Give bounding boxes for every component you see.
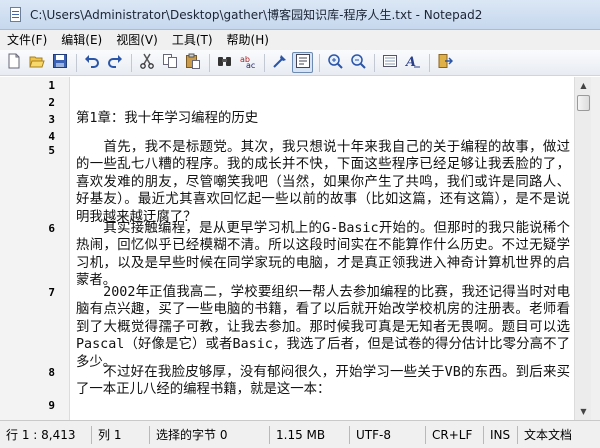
new-icon	[6, 53, 22, 72]
zoom-out-button[interactable]	[347, 52, 368, 73]
menu-edit[interactable]: 编辑(E)	[54, 30, 109, 50]
save-button[interactable]	[49, 52, 70, 73]
paste-button[interactable]	[182, 52, 203, 73]
status-bar: 行 1 : 8,413 列 1 选择的字节 0 1.15 MB UTF-8 CR…	[0, 420, 600, 448]
paste-icon	[185, 53, 201, 72]
text-line-paragraph: 其实接触编程，是从更早学习机上的G-Basic开始的。但那时的我只能说稀个热闹，…	[76, 221, 570, 289]
editor[interactable]: 1 2 3 4 5 6 7 8 9 第1章：我十年学习编程的历史 首先，我不是标…	[0, 77, 600, 420]
font-button[interactable]: A	[402, 52, 423, 73]
scrollbar-thumb[interactable]	[577, 95, 590, 111]
status-selection: 选择的字节 0	[150, 425, 270, 444]
cut-icon	[139, 53, 155, 72]
status-file-size: 1.15 MB	[270, 425, 350, 444]
window-edge	[591, 77, 600, 420]
menu-help[interactable]: 帮助(H)	[220, 30, 276, 50]
cut-button[interactable]	[136, 52, 157, 73]
status-line-position: 行 1 : 8,413	[0, 425, 92, 444]
zoom-out-icon	[350, 53, 366, 72]
replace-button[interactable]: ab ac	[237, 52, 258, 73]
status-eol[interactable]: CR+LF	[426, 425, 484, 444]
svg-text:ac: ac	[246, 61, 255, 69]
exit-icon	[437, 53, 453, 72]
find-icon	[217, 53, 233, 72]
toolbar-separator	[209, 53, 210, 72]
goto-button[interactable]	[269, 52, 290, 73]
toolbar: ab ac A	[0, 50, 600, 76]
toolbar-separator	[429, 53, 430, 72]
status-column: 列 1	[92, 425, 150, 444]
toolbar-separator	[264, 53, 265, 72]
menu-bar: 文件(F) 编辑(E) 视图(V) 工具(T) 帮助(H)	[0, 30, 600, 50]
scheme-icon	[382, 53, 398, 72]
menu-tools[interactable]: 工具(T)	[165, 30, 220, 50]
line-number: 3	[48, 113, 55, 126]
line-number: 8	[48, 366, 55, 379]
copy-icon	[162, 53, 178, 72]
zoom-in-icon	[327, 53, 343, 72]
line-number: 4	[48, 130, 55, 143]
text-line-chapter-title: 第1章：我十年学习编程的历史	[76, 111, 259, 126]
wrap-icon	[272, 53, 288, 72]
status-encoding[interactable]: UTF-8	[350, 425, 426, 444]
text-line-paragraph: 2002年正值我高二，学校要组织一帮人去参加编程的比赛，我还记得当时对电脑有点兴…	[76, 285, 570, 370]
toolbar-separator	[76, 53, 77, 72]
save-icon	[52, 53, 68, 72]
menu-file[interactable]: 文件(F)	[0, 30, 54, 50]
open-icon	[28, 53, 45, 72]
word-wrap-icon	[295, 53, 311, 72]
menu-view[interactable]: 视图(V)	[109, 30, 165, 50]
vertical-scrollbar[interactable]: ▲ ▼	[574, 77, 591, 420]
line-number: 2	[48, 96, 55, 109]
toolbar-separator	[319, 53, 320, 72]
line-number: 1	[48, 79, 55, 92]
line-number: 6	[48, 222, 55, 235]
line-number: 7	[48, 286, 55, 299]
redo-button[interactable]	[104, 52, 125, 73]
scroll-up-arrow-icon[interactable]: ▲	[575, 77, 592, 94]
undo-icon	[84, 53, 100, 72]
text-line-paragraph: 不过好在我脸皮够厚，没有郁闷很久，开始学习一些关于VB的东西。到后来买了一本正儿…	[76, 365, 570, 398]
find-button[interactable]	[214, 52, 235, 73]
text-line-paragraph: 首先，我不是标题党。其次，我只想说十年来我自己的关于编程的故事，做过的一些乱七八…	[76, 140, 570, 225]
redo-icon	[107, 53, 123, 72]
line-number: 5	[48, 144, 55, 157]
title-bar: C:\Users\Administrator\Desktop\gather\博客…	[0, 0, 600, 30]
toolbar-separator	[131, 53, 132, 72]
status-insert-mode[interactable]: INS	[484, 425, 518, 444]
new-button[interactable]	[3, 52, 24, 73]
scroll-down-arrow-icon[interactable]: ▼	[575, 403, 592, 420]
open-button[interactable]	[26, 52, 47, 73]
word-wrap-button[interactable]	[292, 52, 313, 73]
line-number-gutter: 1 2 3 4 5 6 7 8 9	[0, 77, 70, 420]
scheme-button[interactable]	[379, 52, 400, 73]
zoom-in-button[interactable]	[324, 52, 345, 73]
window-title: C:\Users\Administrator\Desktop\gather\博客…	[30, 8, 483, 22]
exit-button[interactable]	[434, 52, 455, 73]
undo-button[interactable]	[81, 52, 102, 73]
font-icon: A	[404, 53, 421, 72]
copy-button[interactable]	[159, 52, 180, 73]
notepad-app-icon	[8, 6, 24, 23]
line-number: 9	[48, 399, 55, 412]
toolbar-separator	[374, 53, 375, 72]
text-area[interactable]: 第1章：我十年学习编程的历史 首先，我不是标题党。其次，我只想说十年来我自己的关…	[76, 77, 572, 420]
replace-icon: ab ac	[240, 53, 256, 72]
status-doc-type[interactable]: 文本文档	[518, 426, 600, 444]
